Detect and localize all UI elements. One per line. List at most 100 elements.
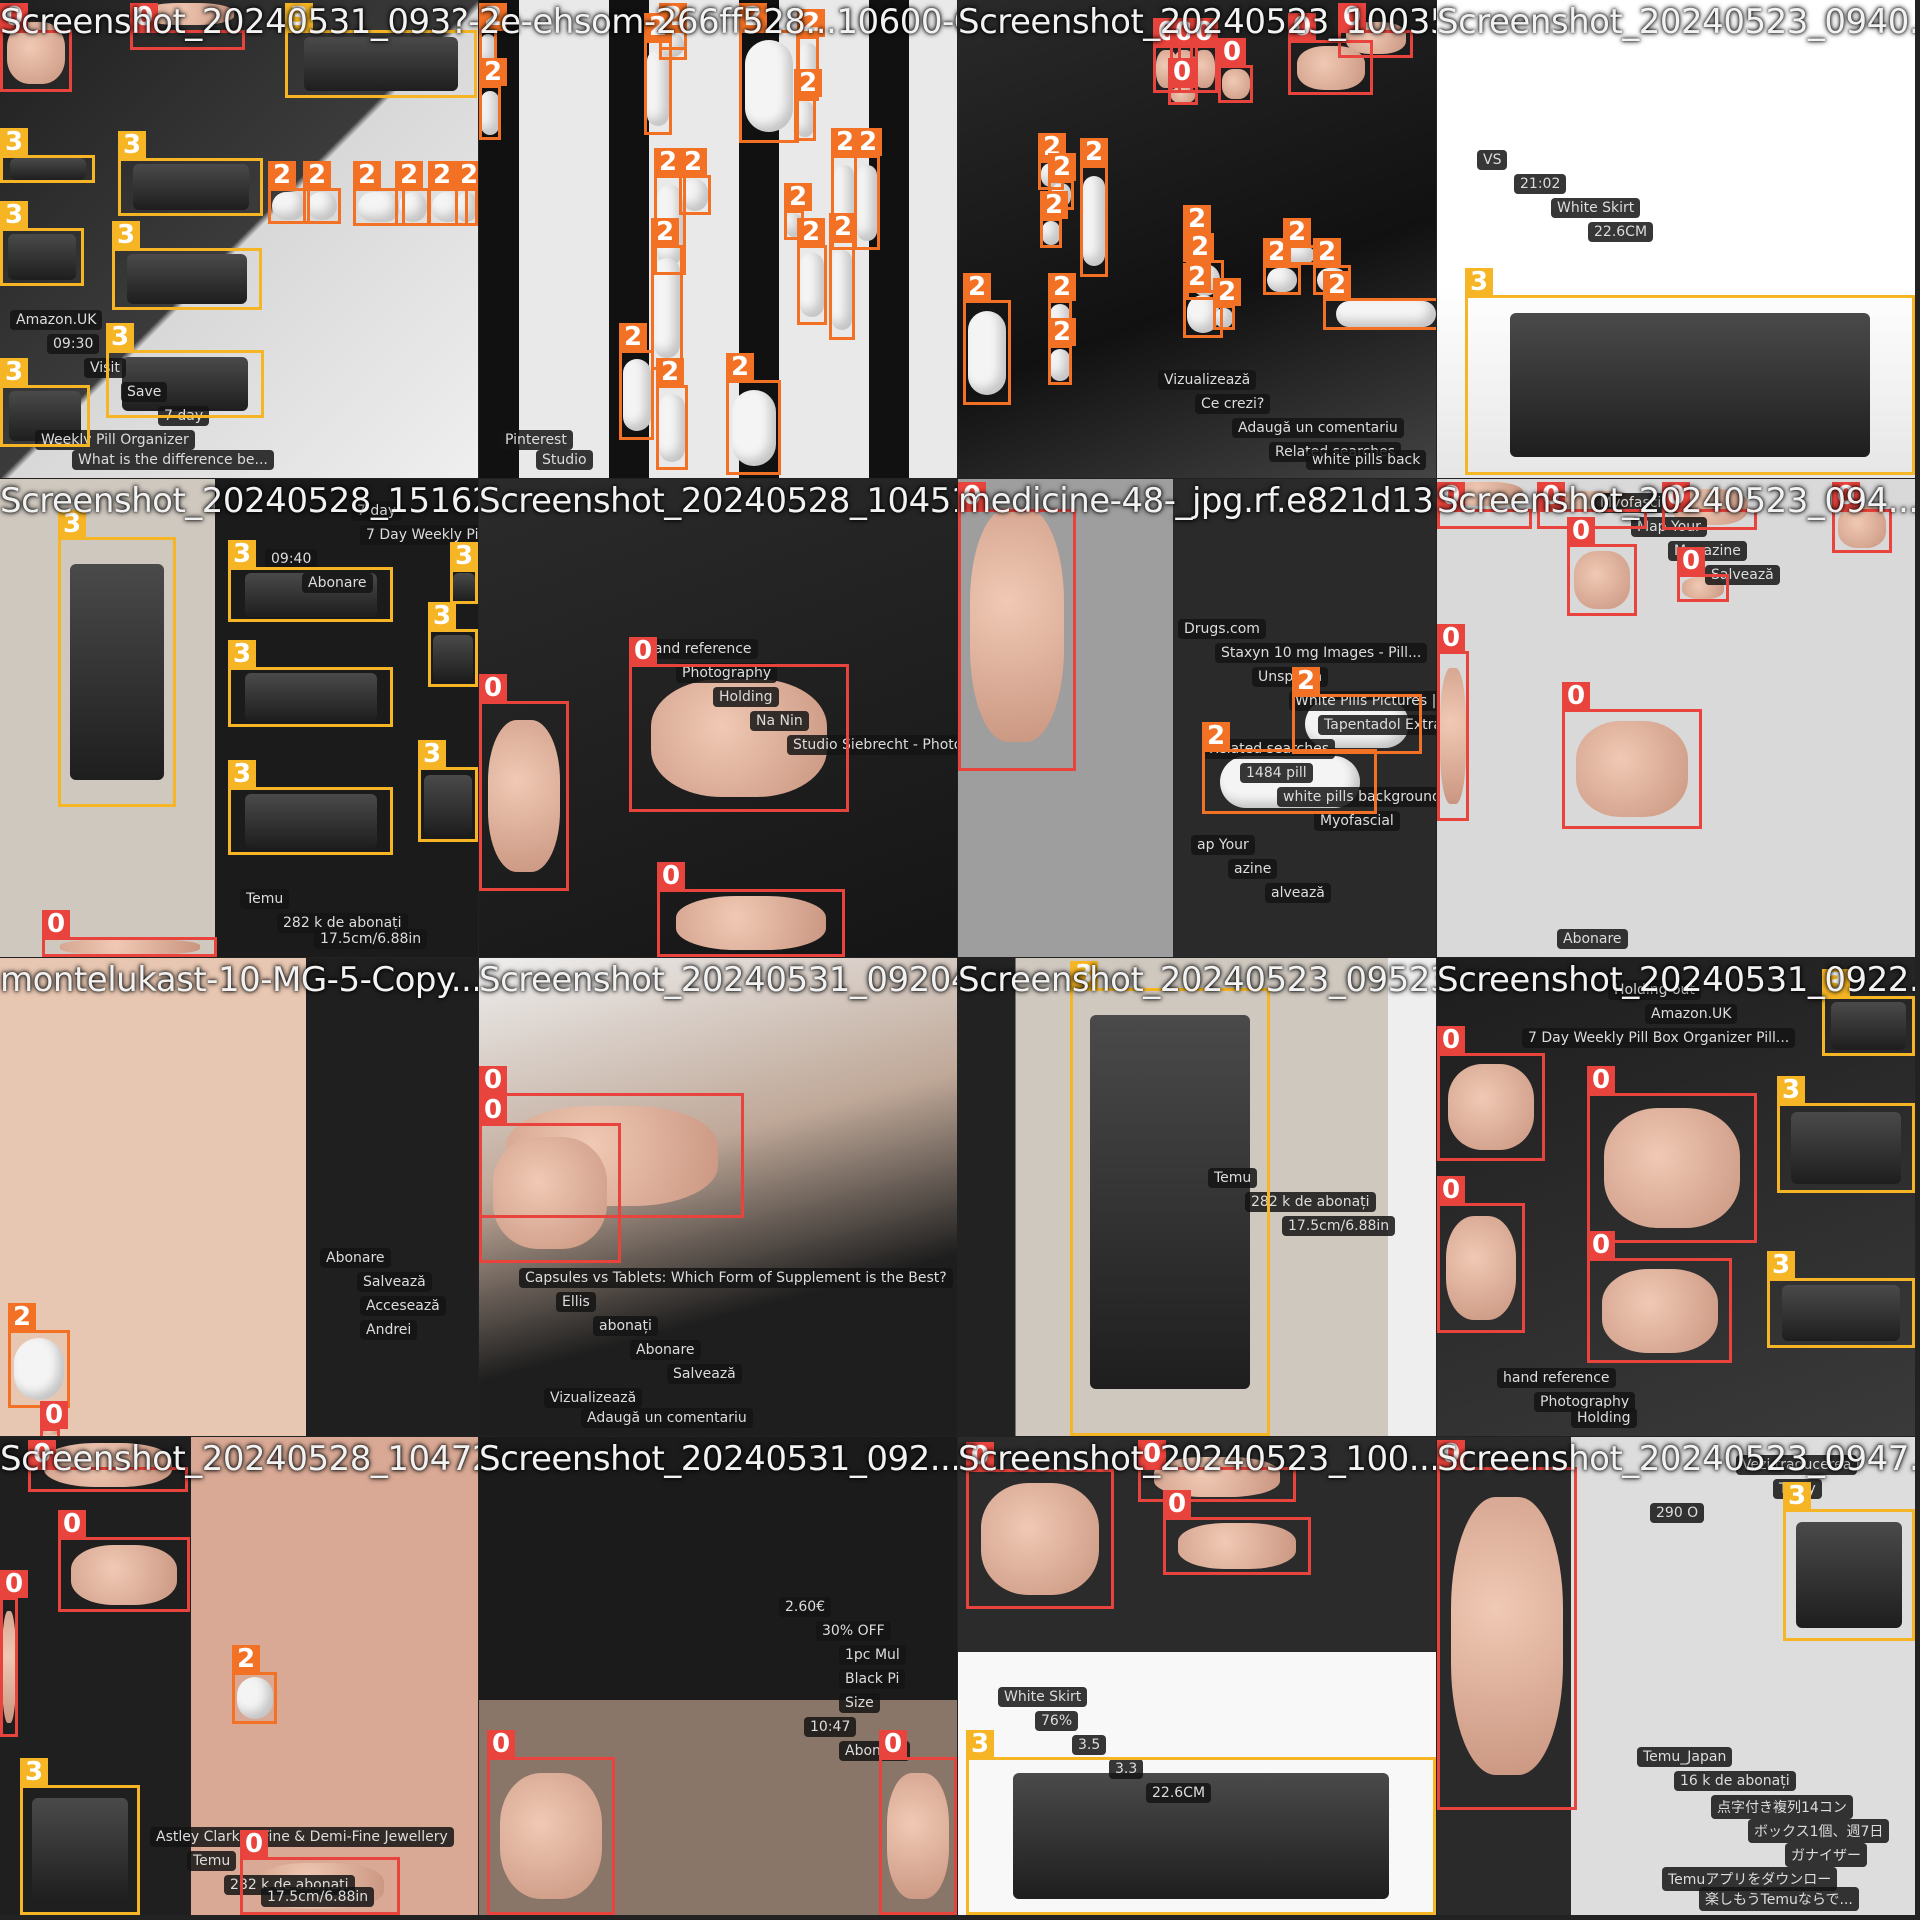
bbox-class-label: 0 xyxy=(1437,1026,1465,1054)
mosaic-tile: Abonare Salvează Accesează Andrei 2 0 monteluk… xyxy=(0,958,478,1436)
tile-background xyxy=(479,0,957,478)
bbox-pill-organizer: 3 xyxy=(966,1730,1436,1915)
mosaic-tile: Abonare Myofascial Map Your Magazine Salveaz… xyxy=(1437,479,1915,957)
screenshot-ui-text: White Skirt xyxy=(998,1687,1088,1707)
screenshot-ui-text: 09:40 xyxy=(265,549,318,569)
mosaic-tile: Temu 282 k de abonați 17.5cm/6.88in 3 Screen… xyxy=(958,958,1436,1436)
bbox-class-label: 2 xyxy=(1283,218,1311,246)
bbox-pill: 2 xyxy=(1213,278,1241,330)
bbox-class-label: 2 xyxy=(8,1303,36,1331)
mosaic-tile: White Skirt 76% 3.5 3.3 22.6CM 0 0 0 3 Screenshot… xyxy=(958,1437,1436,1915)
bbox-pill-organizer: 3 xyxy=(1783,1482,1915,1641)
bbox-class-label: 0 xyxy=(240,1830,268,1858)
bbox-pill: 2 xyxy=(1202,722,1377,814)
screenshot-ui-text: Staxyn 10 mg Images - Pill... xyxy=(1215,643,1428,663)
bbox-hand: 0 xyxy=(1168,58,1198,105)
mosaic-tile: VS 21:02 White Skirt 22.6CM 3 Screenshot_2024… xyxy=(1437,0,1915,478)
bbox-class-label: 2 xyxy=(854,128,882,156)
bbox-pill: 2 xyxy=(1080,138,1108,277)
screenshot-ui-text: 10:47 xyxy=(804,1717,857,1737)
screenshot-ui-text: Ce crezi? xyxy=(1195,394,1271,414)
tile-filename: Screenshot_20240528_104724-Pinterest_jpg xyxy=(0,1439,478,1479)
bbox-hand: 0 xyxy=(879,1730,957,1915)
mosaic-tile: 2.60€ 30% OFF 1pc Mul Black Pi Size 10:47 Abon… xyxy=(479,1437,957,1915)
bbox-pill: 2 xyxy=(1048,318,1076,385)
bbox-pill: 2 xyxy=(1323,271,1436,330)
bbox-pill: 2 xyxy=(455,161,478,226)
screenshot-ui-text: 17.5cm/6.88in xyxy=(314,929,428,949)
bbox-pill-organizer: 3 xyxy=(1777,1076,1915,1193)
screenshot-ui-text: Astley Clarke | Fine & Demi-Fine Jewelle… xyxy=(150,1827,454,1847)
bbox-class-label: 2 xyxy=(1080,138,1108,166)
bbox-class-label: 2 xyxy=(726,353,754,381)
bbox-hand: 0 xyxy=(1587,1231,1732,1363)
bbox-class-label: 3 xyxy=(450,542,478,570)
bbox-class-label: 2 xyxy=(1183,263,1211,291)
bbox-pill-organizer: 3 xyxy=(1465,268,1915,475)
bbox-class-label: 3 xyxy=(1767,1251,1795,1279)
screenshot-ui-text: hand reference xyxy=(1497,1368,1616,1388)
bbox-pill: 2 xyxy=(1292,667,1422,754)
bbox-hand: 0 xyxy=(1437,1176,1525,1333)
tile-filename: Screenshot_20240523_100...-Chrome_jpg xyxy=(958,1439,1436,1479)
bbox-class-label: 2 xyxy=(679,148,707,176)
tile-filename: Screenshot_20240523_0947... xyxy=(1437,1439,1915,1479)
tile-filename: Screenshot_20240531_092... xyxy=(479,1439,957,1479)
bbox-hand: 0 xyxy=(1677,547,1729,602)
bbox-class-label: 0 xyxy=(1587,1066,1615,1094)
bbox-class-label: 2 xyxy=(1040,191,1068,219)
bbox-pill-organizer: 3 xyxy=(0,201,84,286)
bbox-hand: 0 xyxy=(479,674,569,891)
bbox-class-label: 3 xyxy=(228,540,256,568)
bbox-pill: 2 xyxy=(479,58,507,140)
screenshot-ui-text: 1pc Mul xyxy=(839,1645,906,1665)
screenshot-ui-text: Vizualizează xyxy=(1158,370,1257,390)
screenshot-ui-text: 楽しもうTemuならで... xyxy=(1699,1887,1859,1911)
bbox-class-label: 2 xyxy=(428,161,456,189)
bbox-class-label: 2 xyxy=(1048,153,1076,181)
bbox-class-label: 2 xyxy=(656,358,684,386)
screenshot-ui-text: ボックス1個、週7日 xyxy=(1748,1819,1890,1843)
bbox-class-label: 3 xyxy=(966,1730,994,1758)
bbox-hand: 0 xyxy=(58,1510,190,1612)
screenshot-ui-text: ap Your xyxy=(1191,835,1255,855)
screenshot-ui-text: Abonare xyxy=(1557,929,1628,949)
bbox-class-label: 3 xyxy=(228,760,256,788)
screenshot-ui-text: abonați xyxy=(593,1316,658,1336)
bbox-pill-organizer: 3 xyxy=(450,542,478,604)
screenshot-ui-text: Adaugă un comentariu xyxy=(581,1408,753,1428)
bbox-class-label: 3 xyxy=(0,201,28,229)
tile-filename: Screenshot_20240523_095237-Pinterest_jpg xyxy=(958,960,1436,1000)
screenshot-ui-text: Myofascial xyxy=(1314,811,1400,831)
mosaic-tile: hand reference Photography Holding Holding … xyxy=(1437,958,1915,1436)
bbox-hand: 0 xyxy=(629,637,849,812)
bbox-pill: 2 xyxy=(656,358,688,470)
bbox-pill: 2 xyxy=(797,218,827,325)
bbox-class-label: 0 xyxy=(42,910,70,938)
mosaic-tile: Capsules vs Tablets: Which Form of Suppl… xyxy=(479,958,957,1436)
screenshot-ui-text: 290 O xyxy=(1650,1503,1705,1523)
bbox-pill: 2 xyxy=(395,161,430,226)
bbox-class-label: 0 xyxy=(1567,517,1595,545)
screenshot-ui-text: Temu xyxy=(240,889,290,909)
bbox-pill-organizer: 3 xyxy=(0,128,95,183)
bbox-pill: 2 xyxy=(679,148,711,215)
bbox-pill: 2 xyxy=(1040,191,1068,248)
screenshot-ui-text: azine xyxy=(1228,859,1278,879)
bbox-pill-organizer: 3 xyxy=(428,602,478,687)
screenshot-ui-text: Ellis xyxy=(556,1292,596,1312)
screenshot-ui-text: Temu xyxy=(187,1851,237,1871)
bbox-class-label: 0 xyxy=(1562,682,1590,710)
screenshot-ui-text: Drugs.com xyxy=(1178,619,1266,639)
tile-filename: medicine-48-_jpg.rf.e821d13... xyxy=(958,481,1436,521)
screenshot-ui-text: Accesează xyxy=(360,1296,446,1316)
bbox-class-label: 2 xyxy=(1048,273,1076,301)
screenshot-ui-text: 3.5 xyxy=(1072,1735,1107,1755)
bbox-hand: 0 xyxy=(657,862,845,957)
bbox-class-label: 0 xyxy=(657,862,685,890)
bbox-pill: 2 xyxy=(651,218,683,370)
bbox-hand: 0 xyxy=(1288,13,1373,95)
bbox-class-label: 2 xyxy=(395,161,423,189)
screenshot-ui-text: Capsules vs Tablets: Which Form of Suppl… xyxy=(519,1268,953,1288)
screenshot-ui-text: 16 k de abonați xyxy=(1674,1771,1796,1791)
